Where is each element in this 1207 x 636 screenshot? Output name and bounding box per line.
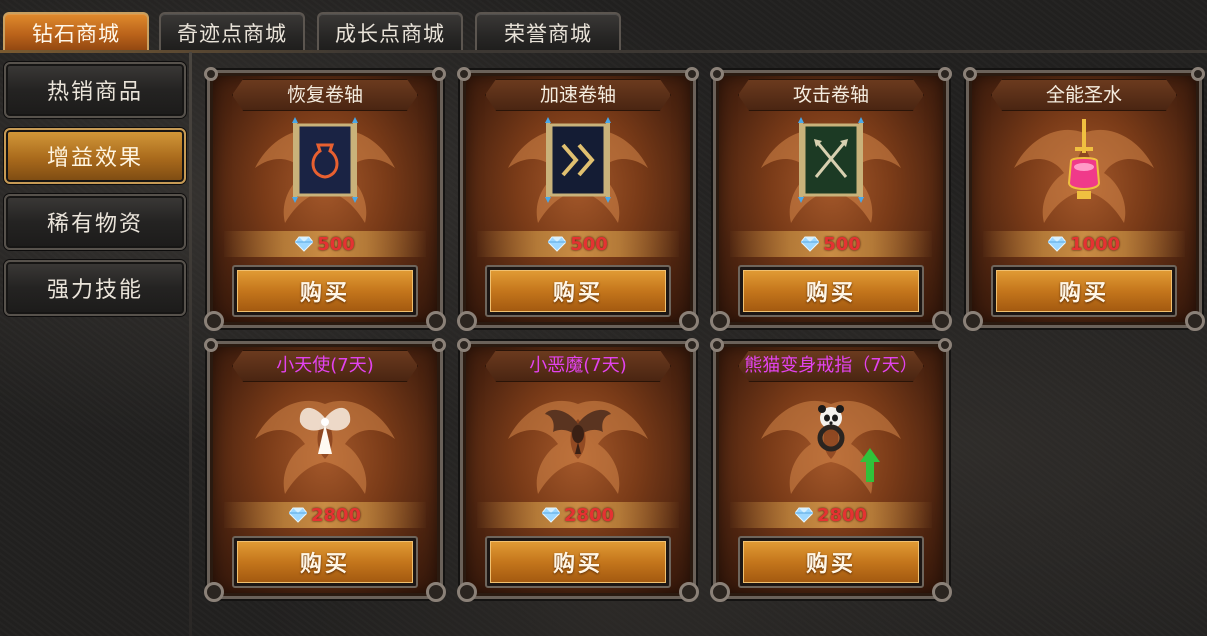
holy-water-icon xyxy=(1067,119,1101,199)
item-price: 500 xyxy=(823,233,861,255)
item-name: 恢复卷轴 xyxy=(232,79,418,111)
upgrade-arrow-icon xyxy=(860,448,880,482)
price-bar: 1000 xyxy=(983,231,1185,257)
shop-item-card: 加速卷轴 500 购买 xyxy=(457,67,699,331)
diamond-icon xyxy=(289,507,307,523)
diamond-icon xyxy=(1048,236,1066,252)
buy-button-frame: 购买 xyxy=(232,265,418,317)
demon-icon xyxy=(545,409,611,454)
item-price: 2800 xyxy=(816,504,868,526)
attack-scroll-icon xyxy=(798,117,864,203)
price-bar: 500 xyxy=(730,231,932,257)
shop-item-card: 小天使(7天) 2800 购买 xyxy=(204,338,446,602)
tab-honor-shop[interactable]: 荣誉商城 xyxy=(475,12,621,52)
buy-button[interactable]: 购买 xyxy=(996,270,1172,312)
item-name: 小恶魔(7天) xyxy=(485,350,671,382)
tab-miracle-point-shop[interactable]: 奇迹点商城 xyxy=(159,12,305,52)
shop-item-card: 小恶魔(7天) 2800 购买 xyxy=(457,338,699,602)
diamond-icon xyxy=(801,236,819,252)
price-bar: 2800 xyxy=(224,502,426,528)
diamond-icon xyxy=(295,236,313,252)
diamond-icon xyxy=(548,236,566,252)
tab-growth-point-shop[interactable]: 成长点商城 xyxy=(317,12,463,52)
price-bar: 500 xyxy=(224,231,426,257)
item-name: 攻击卷轴 xyxy=(738,79,924,111)
panda-ring-icon xyxy=(817,405,845,452)
buy-button[interactable]: 购买 xyxy=(237,270,413,312)
sidebar-item-rare-supplies[interactable]: 稀有物资 xyxy=(4,194,186,250)
speed-scroll-icon xyxy=(545,117,611,203)
price-bar: 500 xyxy=(477,231,679,257)
tab-underline xyxy=(0,50,1207,53)
buy-button[interactable]: 购买 xyxy=(743,541,919,583)
buy-button-frame: 购买 xyxy=(485,536,671,588)
item-price: 500 xyxy=(570,233,608,255)
price-bar: 2800 xyxy=(730,502,932,528)
sidebar-item-buffs[interactable]: 增益效果 xyxy=(4,128,186,184)
item-price: 500 xyxy=(317,233,355,255)
buy-button[interactable]: 购买 xyxy=(237,541,413,583)
item-name: 加速卷轴 xyxy=(485,79,671,111)
buy-button[interactable]: 购买 xyxy=(490,541,666,583)
price-bar: 2800 xyxy=(477,502,679,528)
item-name: 小天使(7天) xyxy=(232,350,418,382)
buy-button[interactable]: 购买 xyxy=(743,270,919,312)
buy-button[interactable]: 购买 xyxy=(490,270,666,312)
angel-icon xyxy=(299,407,351,454)
tab-diamond-shop[interactable]: 钻石商城 xyxy=(3,12,149,52)
item-price: 2800 xyxy=(310,504,362,526)
shop-item-card: 攻击卷轴 500 购买 xyxy=(710,67,952,331)
sidebar-divider xyxy=(189,52,192,636)
shop-tab-bar: 钻石商城 奇迹点商城 成长点商城 荣誉商城 xyxy=(0,0,1207,52)
buy-button-frame: 购买 xyxy=(991,265,1177,317)
diamond-icon xyxy=(795,507,813,523)
shop-item-card: 恢复卷轴 500 购买 xyxy=(204,67,446,331)
item-name: 全能圣水 xyxy=(991,79,1177,111)
item-price: 1000 xyxy=(1069,233,1121,255)
potion-scroll-icon xyxy=(292,117,358,203)
item-price: 2800 xyxy=(563,504,615,526)
buy-button-frame: 购买 xyxy=(738,265,924,317)
sidebar-item-powerful-skills[interactable]: 强力技能 xyxy=(4,260,186,316)
shop-item-card: 熊猫变身戒指（7天） 2800 购买 xyxy=(710,338,952,602)
shop-item-card: 全能圣水 1000 购买 xyxy=(963,67,1205,331)
diamond-icon xyxy=(542,507,560,523)
item-name: 熊猫变身戒指（7天） xyxy=(738,350,924,382)
sidebar-item-hot-sales[interactable]: 热销商品 xyxy=(4,62,186,118)
buy-button-frame: 购买 xyxy=(738,536,924,588)
buy-button-frame: 购买 xyxy=(485,265,671,317)
buy-button-frame: 购买 xyxy=(232,536,418,588)
